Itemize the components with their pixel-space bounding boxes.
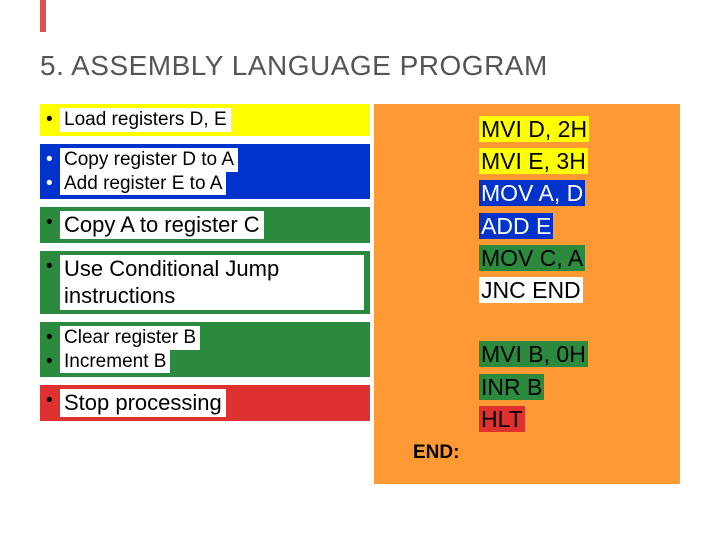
bullet-dot: • — [46, 148, 52, 172]
left-column: • Load registers D, E • Copy register D … — [40, 104, 370, 484]
code-line: MOV A, D — [473, 177, 673, 209]
code-line: MVI B, 0H — [473, 338, 673, 370]
step-text: Use Conditional Jump instructions — [60, 255, 364, 310]
step-block-stop: • Stop processing — [40, 385, 370, 421]
code-text: ADD E — [479, 213, 553, 239]
step-block-clear-inc: • Clear register B • Increment B — [40, 322, 370, 378]
step-text: Stop processing — [60, 389, 226, 417]
list-item: • Stop processing — [46, 389, 364, 417]
list-item: • Use Conditional Jump instructions — [46, 255, 364, 310]
step-text: Copy register D to A — [60, 148, 238, 172]
step-block-load: • Load registers D, E — [40, 104, 370, 136]
step-text: Increment B — [60, 350, 170, 374]
code-line: INR B — [473, 371, 673, 403]
code-text: JNC END — [479, 277, 583, 303]
code-text — [479, 309, 483, 335]
code-text: MOV A, D — [479, 180, 585, 206]
code-text: MVI E, 3H — [479, 148, 588, 174]
right-column: END: MVI D, 2H MVI E, 3H MOV A, D ADD E … — [374, 104, 680, 484]
bullet-dot: • — [46, 389, 52, 413]
code-text: MVI B, 0H — [479, 341, 588, 367]
list-item: • Clear register B — [46, 326, 364, 350]
step-text: Copy A to register C — [60, 211, 264, 239]
bullet-dot: • — [46, 108, 52, 132]
step-block-jump: • Use Conditional Jump instructions — [40, 251, 370, 314]
code-box: END: MVI D, 2H MVI E, 3H MOV A, D ADD E … — [374, 104, 680, 484]
bullet-dot: • — [46, 255, 52, 279]
list-item: • Add register E to A — [46, 172, 364, 196]
code-line — [473, 306, 673, 338]
list-item: • Increment B — [46, 350, 364, 374]
step-text: Clear register B — [60, 326, 200, 350]
code-text: MOV C, A — [479, 245, 585, 271]
end-label: END: — [413, 442, 459, 464]
code-line: MVI D, 2H — [473, 113, 673, 145]
code-text: MVI D, 2H — [479, 116, 589, 142]
bullet-dot: • — [46, 211, 52, 235]
list-item: • Copy A to register C — [46, 211, 364, 239]
step-text: Load registers D, E — [60, 108, 231, 132]
content-row: • Load registers D, E • Copy register D … — [40, 104, 680, 484]
code-line: MVI E, 3H — [473, 145, 673, 177]
bullet-dot: • — [46, 350, 52, 374]
code-line: JNC END — [473, 274, 673, 306]
step-block-copy-c: • Copy A to register C — [40, 207, 370, 243]
code-line: ADD E — [473, 210, 673, 242]
slide-title: 5. ASSEMBLY LANGUAGE PROGRAM — [40, 50, 680, 82]
step-block-copy-add: • Copy register D to A • Add register E … — [40, 144, 370, 200]
code-text: INR B — [479, 374, 544, 400]
code-line: MOV C, A — [473, 242, 673, 274]
code-line: HLT — [473, 403, 673, 435]
code-column: MVI D, 2H MVI E, 3H MOV A, D ADD E MOV C… — [473, 113, 673, 435]
step-text: Add register E to A — [60, 172, 226, 196]
bullet-dot: • — [46, 172, 52, 196]
accent-bar — [40, 0, 46, 32]
bullet-dot: • — [46, 326, 52, 350]
list-item: • Copy register D to A — [46, 148, 364, 172]
list-item: • Load registers D, E — [46, 108, 364, 132]
code-text: HLT — [479, 406, 525, 432]
slide: 5. ASSEMBLY LANGUAGE PROGRAM • Load regi… — [0, 0, 720, 540]
